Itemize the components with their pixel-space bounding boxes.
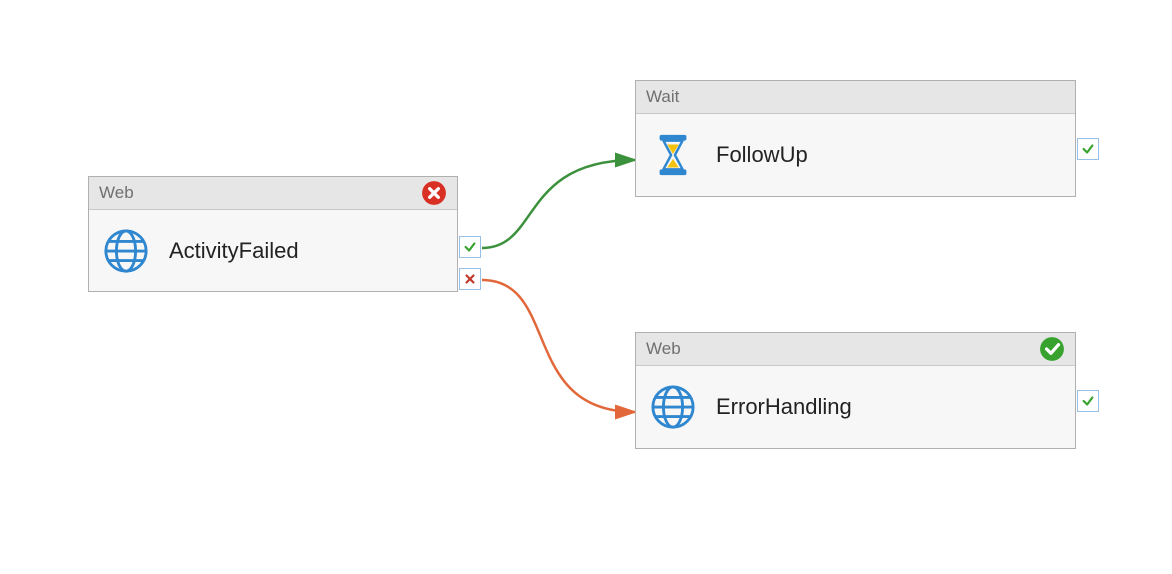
node-header: Wait: [636, 81, 1075, 114]
node-header: Web: [636, 333, 1075, 366]
port-success[interactable]: [1077, 390, 1099, 412]
node-error-handling[interactable]: Web ErrorHandling: [635, 332, 1076, 449]
connector-success: [482, 160, 635, 248]
error-icon: [421, 180, 447, 206]
globe-icon: [650, 384, 696, 430]
node-type-label: Wait: [646, 81, 679, 113]
port-success[interactable]: [459, 236, 481, 258]
connector-failure: [482, 280, 635, 412]
success-icon: [1039, 336, 1065, 362]
node-type-label: Web: [646, 333, 681, 365]
node-activity-failed[interactable]: Web ActivityFailed: [88, 176, 458, 292]
node-title: ActivityFailed: [169, 238, 299, 264]
node-title: FollowUp: [716, 142, 808, 168]
hourglass-icon: [650, 132, 696, 178]
node-title: ErrorHandling: [716, 394, 852, 420]
node-header: Web: [89, 177, 457, 210]
node-body: ErrorHandling: [636, 366, 1075, 448]
node-body: FollowUp: [636, 114, 1075, 196]
port-failure[interactable]: [459, 268, 481, 290]
port-success[interactable]: [1077, 138, 1099, 160]
globe-icon: [103, 228, 149, 274]
node-follow-up[interactable]: Wait FollowUp: [635, 80, 1076, 197]
node-body: ActivityFailed: [89, 210, 457, 292]
node-type-label: Web: [99, 177, 134, 209]
